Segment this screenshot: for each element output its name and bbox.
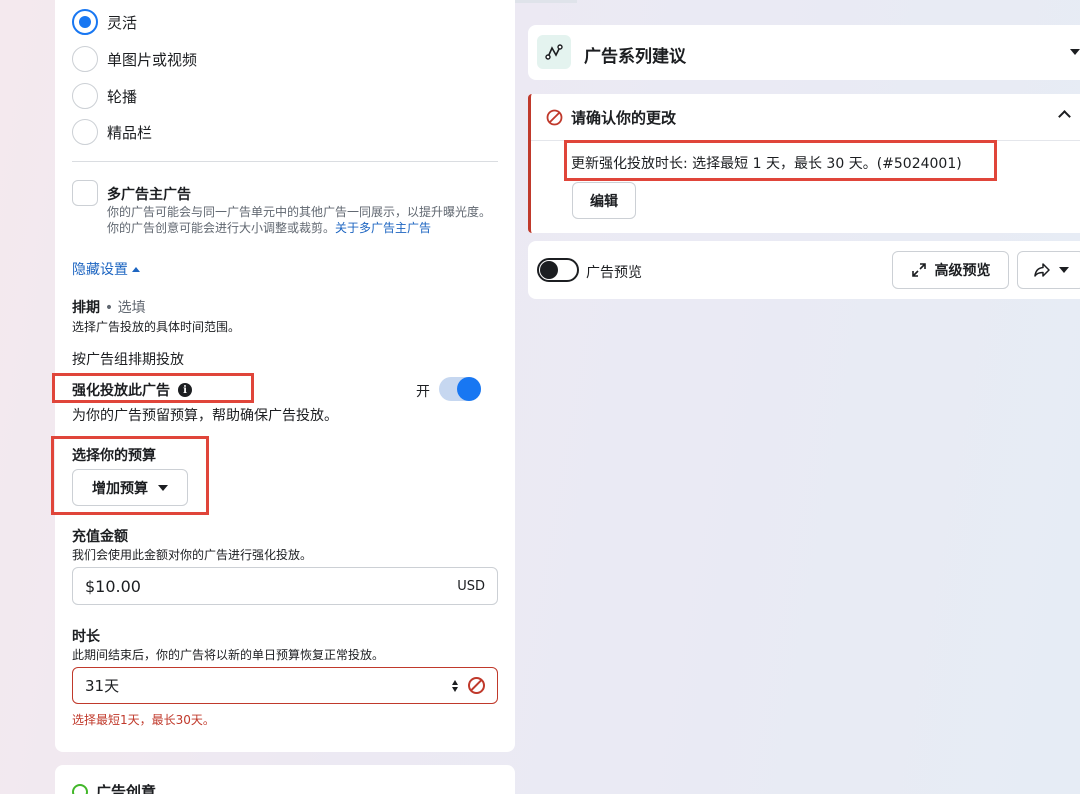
boost-title: 强化投放此广告 i: [72, 380, 192, 400]
creative-title-text: 广告创意: [96, 783, 157, 794]
error-icon: [468, 677, 485, 694]
radio-button[interactable]: [72, 119, 98, 145]
format-option-label: 单图片或视频: [107, 50, 198, 69]
topup-title: 充值金额: [72, 529, 128, 545]
boost-title-text: 强化投放此广告: [72, 383, 170, 399]
duration-stepper[interactable]: [452, 679, 458, 692]
hide-settings-label: 隐藏设置: [72, 262, 128, 278]
duration-input[interactable]: 31天: [72, 667, 498, 704]
check-circle-icon: [72, 783, 88, 794]
stepper-down-icon[interactable]: [452, 686, 458, 692]
ad-preview-card: 广告预览 高级预览: [528, 241, 1080, 299]
chevron-up-icon[interactable]: [1058, 110, 1071, 123]
topup-amount-value: $10.00: [85, 576, 141, 596]
share-button[interactable]: [1017, 251, 1080, 289]
confirm-divider: [531, 140, 1080, 141]
advanced-preview-button[interactable]: 高级预览: [892, 251, 1009, 289]
format-option-label: 轮播: [107, 87, 138, 106]
section-divider: [72, 161, 498, 162]
expand-icon: [911, 263, 926, 277]
multi-advertiser-title: 多广告主广告: [107, 187, 191, 203]
budget-dropdown[interactable]: 增加预算: [72, 469, 188, 506]
duration-value: 31天: [85, 677, 120, 695]
confirm-changes-message: 更新强化投放时长: 选择最短 1 天，最长 30 天。(#5024001): [571, 156, 962, 172]
multi-advertiser-checkbox[interactable]: [72, 180, 98, 206]
format-option-label: 灵活: [107, 13, 138, 32]
prohibited-icon: [546, 109, 563, 126]
schedule-by-group: 按广告组排期投放: [72, 352, 184, 368]
schedule-description: 选择广告投放的具体时间范围。: [72, 320, 241, 334]
caret-down-icon[interactable]: [1070, 49, 1080, 55]
duration-description: 此期间结束后，你的广告将以新的单日预算恢复正常投放。: [72, 648, 385, 662]
confirm-changes-card: 请确认你的更改 更新强化投放时长: 选择最短 1 天，最长 30 天。(#502…: [528, 94, 1080, 233]
preview-label: 广告预览: [586, 265, 642, 281]
edit-button[interactable]: 编辑: [572, 182, 636, 219]
format-option-flexible[interactable]: 灵活: [72, 9, 137, 35]
format-option-single[interactable]: 单图片或视频: [72, 46, 197, 72]
info-icon[interactable]: i: [178, 383, 192, 397]
topup-amount-input[interactable]: $10.00 USD: [72, 567, 498, 605]
ad-creative-card: 广告创意: [55, 765, 515, 794]
format-option-collection[interactable]: 精品栏: [72, 119, 152, 145]
stepper-up-icon[interactable]: [452, 679, 458, 685]
multi-advertiser-description: 你的广告可能会与同一广告单元中的其他广告一同展示，以提升曝光度。你的广告创意可能…: [107, 204, 499, 236]
share-arrow-icon: [1034, 263, 1050, 277]
boost-description: 为你的广告预留预算，帮助确保广告投放。: [72, 408, 338, 424]
caret-down-icon: [1059, 267, 1069, 273]
duration-title: 时长: [72, 629, 100, 645]
boost-toggle-label: 开: [416, 384, 430, 400]
preview-toggle[interactable]: [537, 258, 579, 282]
topup-description: 我们会使用此金额对你的广告进行强化投放。: [72, 548, 313, 562]
creative-title[interactable]: 广告创意: [72, 781, 156, 794]
campaign-suggestions-card[interactable]: 广告系列建议: [528, 25, 1080, 80]
boost-toggle[interactable]: [439, 377, 481, 401]
duration-error: 选择最短1天，最长30天。: [72, 713, 215, 727]
radio-button[interactable]: [72, 46, 98, 72]
campaign-suggestions-title: 广告系列建议: [584, 47, 686, 67]
multi-advertiser-link[interactable]: 关于多广告主广告: [335, 221, 431, 235]
hide-settings-toggle[interactable]: 隐藏设置: [72, 259, 140, 279]
suggestion-graph-icon: [537, 35, 571, 69]
currency-label: USD: [457, 578, 485, 594]
caret-down-icon: [158, 484, 168, 491]
ad-settings-panel: 灵活 单图片或视频 轮播 精品栏 多广告主广告 你的广告可能会与同一广告单元中的…: [51, 0, 515, 752]
multi-advertiser-text: 你的广告可能会与同一广告单元中的其他广告一同展示，以提升曝光度。你的广告创意可能…: [107, 205, 492, 235]
caret-up-icon: [132, 266, 140, 272]
budget-dropdown-label: 增加预算: [92, 480, 148, 497]
schedule-title: 排期 • 选填: [72, 297, 146, 317]
schedule-title-text: 排期: [72, 300, 100, 316]
advanced-preview-label: 高级预览: [934, 263, 991, 279]
confirm-changes-title: 请确认你的更改: [571, 109, 677, 127]
confirm-changes-header[interactable]: 请确认你的更改: [546, 107, 676, 128]
radio-button[interactable]: [72, 83, 98, 109]
schedule-optional: • 选填: [104, 300, 146, 316]
radio-button[interactable]: [72, 9, 98, 35]
budget-title: 选择你的预算: [72, 448, 156, 464]
format-option-carousel[interactable]: 轮播: [72, 83, 137, 109]
format-option-label: 精品栏: [107, 123, 153, 142]
